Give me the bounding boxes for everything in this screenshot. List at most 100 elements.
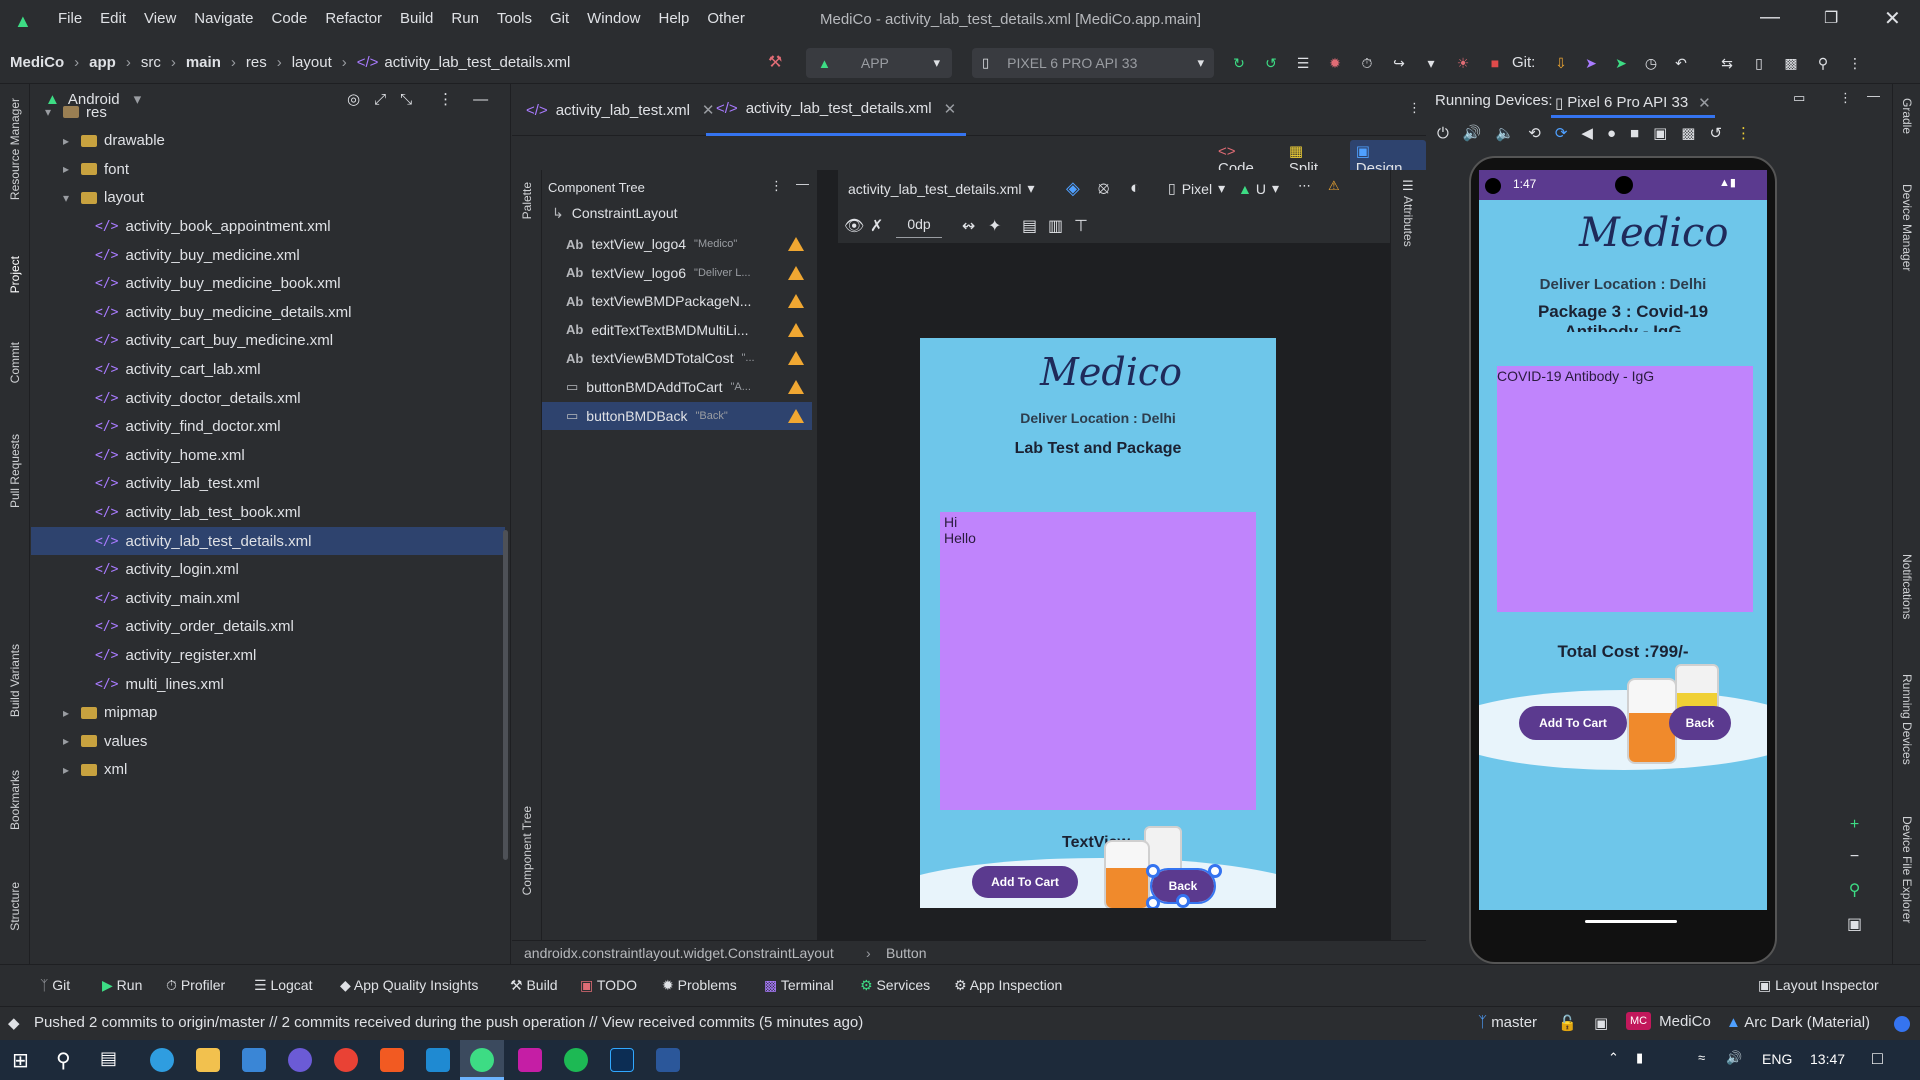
phone-back-button[interactable]: Back (1669, 706, 1731, 740)
chevron-right-icon[interactable]: ▸ (63, 706, 81, 720)
phone-add-to-cart-button[interactable]: Add To Cart (1519, 706, 1627, 740)
tool-project[interactable]: Project (8, 256, 22, 293)
component-tree-item[interactable]: Ab textViewBMDPackageN... (542, 287, 812, 315)
apply-code-changes-icon[interactable]: ↺ (1260, 52, 1282, 74)
hide-panel-icon[interactable]: — (796, 176, 809, 191)
attach-icon[interactable]: ↪ (1388, 52, 1410, 74)
component-tree-tab[interactable]: Component Tree (520, 806, 534, 895)
git-branch-widget[interactable]: ᛉ master (1478, 1014, 1537, 1031)
tree-folder[interactable]: ▾ res (31, 98, 505, 126)
tool-device-file-explorer[interactable]: Device File Explorer (1900, 816, 1914, 923)
breadcrumb-file[interactable]: activity_lab_test_details.xml (384, 54, 570, 71)
word-icon[interactable] (656, 1048, 680, 1072)
tool-device-manager[interactable]: Device Manager (1900, 184, 1914, 271)
snapshot-icon[interactable]: ↺ (1709, 124, 1722, 142)
readonly-lock-icon[interactable]: 🔓 (1558, 1014, 1577, 1032)
zoom-actual-icon[interactable]: ▣ (1847, 914, 1862, 934)
component-tree-item[interactable]: Ab textViewBMDTotalCost "... (542, 344, 812, 372)
git-commit-icon[interactable]: ➤ (1580, 52, 1602, 74)
run-config-select[interactable]: ▲ APP ▾ (806, 48, 952, 78)
preview-logo[interactable]: Medico (1040, 350, 1182, 394)
component-tree-item[interactable]: ▭ buttonBMDBack "Back" (542, 401, 812, 430)
emulator-screen[interactable]: 1:47 ▲▮ Medico Deliver Location : Delhi … (1479, 170, 1767, 910)
tree-folder[interactable]: ▸ drawable (31, 127, 505, 155)
default-margin-field[interactable]: 0dp (896, 216, 942, 238)
brave-icon[interactable] (380, 1048, 404, 1072)
menu-refactor[interactable]: Refactor (325, 10, 382, 27)
tool-logcat[interactable]: ☰ Logcat (254, 977, 313, 994)
clear-constraints-icon[interactable]: ↭ (962, 216, 975, 236)
tool-build-variants[interactable]: Build Variants (8, 644, 22, 717)
align-icon[interactable]: ▥ (1048, 216, 1063, 236)
menu-other[interactable]: Other (707, 10, 745, 27)
device-select[interactable]: ▯ PIXEL 6 PRO API 33 ▾ (972, 48, 1214, 78)
attributes-icon[interactable]: ☰ (1402, 178, 1414, 194)
tree-folder[interactable]: ▸ xml (31, 756, 505, 784)
vscode-icon[interactable] (426, 1048, 450, 1072)
more-options-icon[interactable]: ⋯ (1298, 178, 1311, 194)
tool-todo[interactable]: ▣ TODO (580, 977, 637, 994)
theme-widget[interactable]: ▲ Arc Dark (Material) (1726, 1014, 1870, 1031)
more-vertical-icon[interactable]: ⋮ (1408, 100, 1421, 116)
design-blueprint-icon[interactable]: ◈ (1066, 178, 1080, 199)
breadcrumb-layout[interactable]: layout (292, 54, 332, 71)
menu-build[interactable]: Build (400, 10, 433, 27)
tree-file[interactable]: </> activity_main.xml (31, 584, 505, 612)
api-select[interactable]: ▲ U ▾ (1238, 180, 1279, 197)
git-update-icon[interactable]: ⇩ (1550, 52, 1572, 74)
zoom-in-icon[interactable]: + (1850, 816, 1859, 834)
phone-multiline-text[interactable]: COVID-19 Antibody - IgG (1497, 366, 1753, 612)
chevron-right-icon[interactable]: ▸ (63, 763, 81, 777)
tool-app-quality-insights[interactable]: ◆ App Quality Insights (340, 977, 478, 994)
tree-folder[interactable]: ▸ values (31, 727, 505, 755)
menu-tools[interactable]: Tools (497, 10, 532, 27)
screen-record-icon[interactable]: ▩ (1681, 124, 1695, 142)
menu-navigate[interactable]: Navigate (194, 10, 253, 27)
tool-notifications[interactable]: Notifications (1900, 554, 1914, 619)
preview-add-to-cart-button[interactable]: Add To Cart (972, 866, 1078, 898)
back-icon[interactable]: ◀ (1581, 124, 1593, 142)
chevron-down-icon[interactable]: ▾ (63, 191, 81, 205)
menu-file[interactable]: File (58, 10, 82, 27)
orientation-icon[interactable]: ⦻ (1098, 178, 1109, 198)
search-icon[interactable]: ⚲ (56, 1048, 71, 1073)
tab-activity-lab-test-details[interactable]: </> activity_lab_test_details.xml ✕ (706, 84, 967, 136)
menu-help[interactable]: Help (659, 10, 690, 27)
menu-git[interactable]: Git (550, 10, 569, 27)
tree-file[interactable]: </> multi_lines.xml (31, 670, 505, 698)
photoshop-icon[interactable] (610, 1048, 634, 1072)
notification-center-icon[interactable]: □ (1872, 1048, 1883, 1069)
profile-icon[interactable]: ⏱ (1356, 52, 1378, 74)
status-message[interactable]: Pushed 2 commits to origin/master // 2 c… (34, 1014, 863, 1031)
chevron-right-icon[interactable]: ▸ (63, 134, 81, 148)
zoom-out-icon[interactable]: − (1850, 848, 1859, 866)
git-push-icon[interactable]: ➤ (1610, 52, 1632, 74)
component-tree-item[interactable]: Ab editTextTextBMDMultiLi... (542, 316, 812, 344)
git-history-icon[interactable]: ◷ (1640, 52, 1662, 74)
tree-file[interactable]: </> activity_lab_test.xml (31, 470, 505, 498)
selection-handle[interactable] (1146, 864, 1160, 878)
warning-icon[interactable] (788, 265, 804, 280)
tool-running-devices[interactable]: Running Devices (1900, 674, 1914, 765)
more-run-icon[interactable]: ▾ (1420, 52, 1442, 74)
menu-window[interactable]: Window (587, 10, 640, 27)
close-icon[interactable]: ✕ (944, 100, 957, 118)
project-scrollbar[interactable] (503, 530, 508, 860)
sync-gradle-icon[interactable]: ⇆ (1716, 52, 1738, 74)
breadcrumb-project[interactable]: MediCo (10, 54, 64, 71)
layout-icon[interactable]: ▭ (1793, 90, 1805, 106)
pack-icon[interactable]: ▤ (1022, 216, 1037, 236)
warning-icon[interactable] (788, 294, 804, 309)
warning-icon[interactable]: ⚠ (1328, 178, 1340, 194)
intellij-icon[interactable] (518, 1048, 542, 1072)
screenshot-icon[interactable]: ▣ (1653, 124, 1667, 142)
component-tree-item[interactable]: ▭ buttonBMDAddToCart "A... (542, 373, 812, 401)
tree-file[interactable]: </> activity_cart_buy_medicine.xml (31, 327, 505, 355)
warning-icon[interactable] (788, 351, 804, 366)
breadcrumb-main[interactable]: main (186, 54, 221, 71)
tool-terminal[interactable]: ▩ Terminal (764, 977, 834, 994)
device-preview-select[interactable]: ▯ Pixel ▾ (1168, 180, 1225, 197)
network-icon[interactable]: ≈ (1698, 1050, 1705, 1065)
warning-icon[interactable] (788, 237, 804, 251)
power-icon[interactable]: ⏻ (1437, 125, 1449, 142)
